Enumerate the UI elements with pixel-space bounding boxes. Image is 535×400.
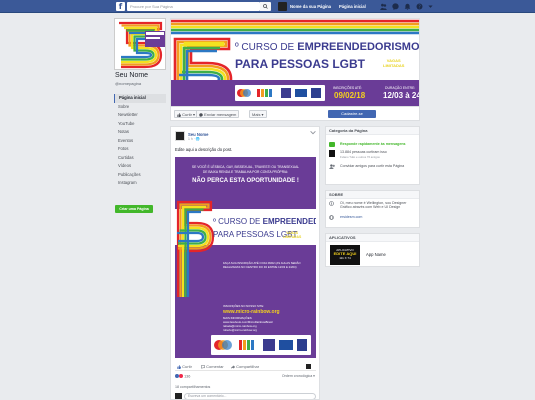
cover-limited-badge: VAGAS LIMITADAS bbox=[383, 58, 405, 68]
about-card: SOBRE Oi, meu nome é Wellington, sou Des… bbox=[325, 190, 420, 228]
post-image-info-line2: REALIZADAS NO CENTRO DO RJ ENTRE 12/03 E… bbox=[223, 265, 297, 269]
nav-item-photos[interactable]: Fotos bbox=[114, 145, 166, 154]
help-icon[interactable]: ? bbox=[416, 3, 423, 10]
registration-date: 09/02/18 bbox=[334, 91, 366, 100]
nav-item-events[interactable]: Eventos bbox=[114, 137, 166, 146]
invite-friends-row[interactable]: Convidar amigos para curtir esta Página bbox=[326, 162, 419, 171]
post-image-text-line2: DE BAIXA RENDA E TRABALHA POR CONTA PRÓP… bbox=[202, 170, 289, 174]
like-page-button[interactable]: Curtir ▾ bbox=[174, 110, 199, 118]
commenter-avatar bbox=[175, 393, 182, 399]
thumbs-up-icon bbox=[177, 112, 181, 117]
nav-item-youtube[interactable]: YouTube bbox=[114, 120, 166, 129]
globe-icon bbox=[329, 215, 335, 220]
page-avatar-small bbox=[329, 150, 335, 157]
post-image[interactable]: SE VOCÊ É LÉSBICA, GAY, BISSEXUAL, TRAVE… bbox=[175, 157, 316, 358]
love-reaction-icon bbox=[179, 374, 183, 378]
apps-card: APLICATIVOS APLICATIVO EDITE AQUI 111 X … bbox=[325, 233, 420, 267]
response-time-row: Responde rapidamente às mensagens bbox=[326, 140, 419, 149]
registration-label: INSCRIÇÕES ATÉ: bbox=[333, 86, 363, 90]
post-author-avatar[interactable] bbox=[175, 131, 185, 141]
search-icon bbox=[263, 4, 268, 9]
app-thumbnail[interactable]: APLICATIVO EDITE AQUI 111 X 74 bbox=[330, 245, 360, 265]
post-timestamp[interactable]: 1 h · 🌐 bbox=[188, 137, 200, 141]
info-icon bbox=[329, 201, 335, 206]
post-like-button[interactable]: Curtir bbox=[177, 362, 192, 371]
comment-composer: Escreva um comentário... bbox=[175, 393, 316, 399]
account-menu-chevron-down-icon[interactable] bbox=[427, 3, 434, 10]
likes-row[interactable]: 13.884 pessoas curtiram isso Fulano Tuli… bbox=[326, 149, 419, 162]
page-category: Categoria da Página bbox=[326, 127, 419, 135]
post-comment-button[interactable]: Comentar bbox=[201, 362, 224, 371]
search-button[interactable] bbox=[260, 2, 271, 11]
facebook-logo-icon[interactable]: f bbox=[116, 2, 125, 11]
svg-text:?: ? bbox=[418, 4, 421, 10]
share-icon bbox=[231, 364, 235, 369]
nav-item-notes[interactable]: Notas bbox=[114, 128, 166, 137]
nav-item-about[interactable]: Sobre bbox=[114, 103, 166, 112]
share-count[interactable]: 18 compartilhamentos bbox=[175, 385, 210, 389]
profile-picture[interactable] bbox=[114, 18, 166, 70]
post-image-text-line1: SE VOCÊ É LÉSBICA, GAY, BISSEXUAL, TRAVE… bbox=[191, 165, 300, 169]
post-description: Edite aqui a descrição do post. bbox=[175, 147, 233, 152]
post-image-headline: NÃO PERCA ESTA OPORTUNIDADE ! bbox=[192, 178, 299, 184]
nav-item-posts[interactable]: Publicações bbox=[114, 171, 166, 180]
sponsor-logos bbox=[235, 85, 325, 101]
website-row[interactable]: ersidesm.com bbox=[326, 213, 419, 222]
post-reaction-bar: Curtir Comentar Compartilhar bbox=[175, 362, 316, 371]
comment-icon bbox=[201, 364, 205, 369]
sign-up-button[interactable]: Cadastre-se bbox=[328, 110, 376, 118]
about-heading: SOBRE bbox=[326, 191, 419, 199]
page-name: Seu Nome bbox=[115, 72, 149, 79]
post-image-title-line1: º CURSO DE EMPREENDEDORISMO bbox=[213, 217, 316, 226]
page-avatar[interactable] bbox=[278, 2, 287, 11]
create-page-button[interactable]: Criar uma Página bbox=[115, 205, 153, 213]
post-share-button[interactable]: Compartilhar bbox=[231, 362, 259, 371]
cover-title-line1: º CURSO DE EMPREENDEDORISMO bbox=[235, 41, 420, 53]
post-card: Seu Nome 1 h · 🌐 Edite aqui a descrição … bbox=[170, 126, 320, 400]
post-image-info-line7: roberto@micro-rainbow.org bbox=[223, 328, 257, 332]
left-navigation: Página inicial Sobre Newsletter YouTube … bbox=[114, 94, 166, 188]
like-count[interactable]: 136 bbox=[175, 374, 190, 379]
more-options-button[interactable]: Mais ▾ bbox=[249, 110, 267, 118]
nav-item-likes[interactable]: Curtidas bbox=[114, 154, 166, 163]
friends-icon[interactable] bbox=[380, 3, 387, 10]
nav-item-newsletter[interactable]: Newsletter bbox=[114, 111, 166, 120]
messenger-icon bbox=[199, 112, 203, 117]
rainbow-five-graphic-post bbox=[176, 200, 215, 297]
messages-icon[interactable] bbox=[392, 3, 399, 10]
page-handle: @nomepagina bbox=[115, 81, 142, 86]
page-info-card: Categoria da Página Responde rapidamente… bbox=[325, 126, 420, 185]
post-options-chevron-down-icon[interactable] bbox=[310, 130, 316, 135]
duration-dates: 12/03 à 24/04 bbox=[383, 91, 420, 100]
nav-item-instagram[interactable]: Instagram bbox=[114, 179, 166, 188]
page-action-bar: Curtir ▾ Enviar mensagem Mais ▾ Cadastre… bbox=[170, 107, 420, 121]
top-navigation-bar: f Procure por Sua Página Nome da sua Pág… bbox=[0, 0, 535, 13]
fast-response-icon bbox=[329, 142, 335, 147]
about-description: Oi, meu nome é Wellington, sou Designer … bbox=[326, 199, 419, 213]
post-image-limited-badge: VAGAS LIMITADAS bbox=[283, 231, 302, 239]
send-message-button[interactable]: Enviar mensagem bbox=[196, 110, 240, 118]
nav-item-home[interactable]: Página inicial bbox=[114, 94, 166, 103]
comment-input[interactable]: Escreva um comentário... bbox=[184, 393, 316, 399]
invite-friends-icon bbox=[329, 164, 335, 169]
home-link[interactable]: Página inicial bbox=[339, 0, 366, 13]
post-image-sponsor-logos bbox=[211, 335, 311, 355]
comment-sort-dropdown[interactable]: Ordem cronológica ▾ bbox=[282, 374, 315, 378]
notifications-icon[interactable] bbox=[404, 3, 411, 10]
post-image-info-line3: INSCRIÇÕES NO NOSSO SITE: bbox=[223, 304, 265, 308]
post-image-url: www.micro-rainbow.org bbox=[223, 309, 280, 315]
app-name-link[interactable]: App Name bbox=[366, 252, 386, 257]
duration-label: DURAÇÃO ENTRE: bbox=[385, 86, 416, 90]
cover-photo[interactable]: º CURSO DE EMPREENDEDORISMO PARA PESSOAS… bbox=[170, 18, 420, 107]
cover-title-line2: PARA PESSOAS LGBT bbox=[235, 57, 366, 71]
post-as-avatar[interactable] bbox=[306, 362, 311, 371]
search-input[interactable]: Procure por Sua Página bbox=[127, 2, 260, 11]
page-name-link[interactable]: Nome da sua Página bbox=[290, 0, 331, 13]
apps-heading: APLICATIVOS bbox=[326, 234, 419, 242]
thumbs-up-icon bbox=[177, 364, 181, 369]
nav-item-videos[interactable]: Vídeos bbox=[114, 162, 166, 171]
